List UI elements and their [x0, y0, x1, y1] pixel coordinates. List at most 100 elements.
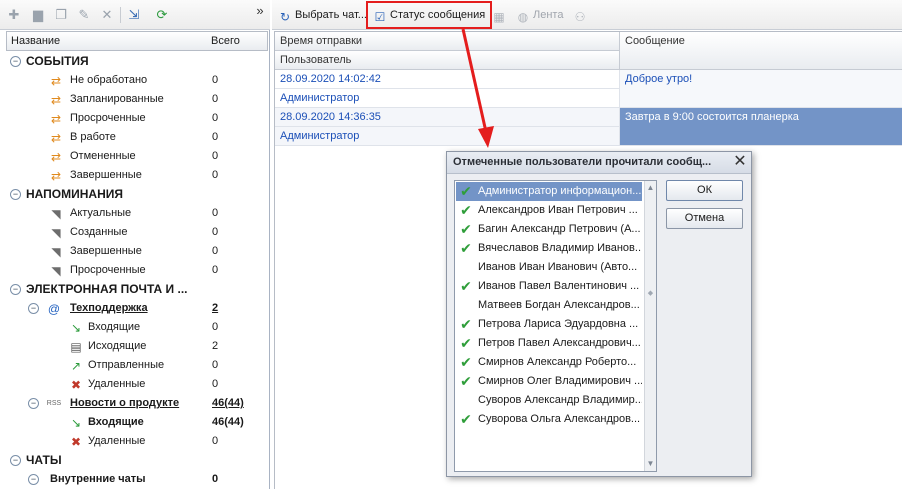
unchecked-icon: [458, 259, 474, 275]
new-icon[interactable]: ✚: [6, 7, 22, 23]
mail-folder-count: 0: [212, 321, 219, 333]
checkmark-icon: ✔: [460, 221, 472, 237]
users-list-scrollbar[interactable]: ▲ ◆ ▼: [644, 181, 656, 471]
toolbar-more-button[interactable]: »: [252, 3, 268, 19]
feed-label: Лента: [533, 9, 564, 21]
tree-item-label: Не обработано: [70, 74, 148, 86]
row-1-user[interactable]: Администратор: [275, 89, 620, 108]
folder-icon[interactable]: ▆: [30, 7, 46, 23]
collapse-icon[interactable]: −: [28, 303, 39, 314]
mail-folder[interactable]: ↘ Входящие 46(44): [6, 413, 268, 432]
tree-item[interactable]: ⇄ В работе 0: [6, 128, 268, 147]
checkmark-icon: ✔: [460, 335, 472, 351]
users-button[interactable]: ⚇: [572, 6, 590, 24]
tree-item[interactable]: ⇄ Отмененные 0: [6, 147, 268, 166]
collapse-icon[interactable]: −: [28, 474, 39, 485]
user-name: Матвеев Богдан Александров...: [478, 299, 640, 311]
checkmark-icon: ✔: [460, 354, 472, 370]
mail-account[interactable]: − @ Техподдержка 2: [6, 299, 268, 318]
user-list-item[interactable]: ✔ Иванов Павел Валентинович ...: [456, 277, 642, 296]
edit-icon[interactable]: ✎: [76, 7, 92, 23]
tree-group[interactable]: − ЭЛЕКТРОННАЯ ПОЧТА И ...: [6, 280, 268, 299]
tree-item[interactable]: − Внутренние чаты 0: [6, 470, 268, 489]
mail-folder[interactable]: ↘ Входящие 0: [6, 318, 268, 337]
checkmark-icon: ✔: [460, 411, 472, 427]
column-total-header[interactable]: Всего: [211, 35, 240, 47]
user-list-item[interactable]: ✔ Смирнов Олег Владимирович ...: [456, 372, 642, 391]
collapse-icon[interactable]: −: [28, 398, 39, 409]
tree-item-label: В работе: [70, 131, 116, 143]
tree-group[interactable]: − НАПОМИНАНИЯ: [6, 185, 268, 204]
user-list-item[interactable]: ✔ Петров Павел Александрович...: [456, 334, 642, 353]
user-list-item[interactable]: Иванов Иван Иванович (Авто...: [456, 258, 642, 277]
feed-icon: ◍: [517, 10, 529, 24]
tree-item[interactable]: ⇄ Завершенные 0: [6, 166, 268, 185]
tree-item[interactable]: ◥ Актуальные 0: [6, 204, 268, 223]
tree-item[interactable]: ◥ Завершенные 0: [6, 242, 268, 261]
tree-item-label: Завершенные: [70, 245, 142, 257]
events-icon: ⇄: [50, 112, 62, 126]
refresh-icon[interactable]: ⟳: [154, 7, 170, 23]
column-time-header[interactable]: Время отправки: [275, 32, 620, 51]
mail-folder[interactable]: ↗ Отправленные 0: [6, 356, 268, 375]
dialog-title-bar[interactable]: Отмеченные пользователи прочитали сообщ.…: [447, 152, 751, 174]
mail-folder[interactable]: ✖ Удаленные 0: [6, 432, 268, 451]
user-list-item[interactable]: ✔ Смирнов Александр Роберто...: [456, 353, 642, 372]
user-name: Суворова Ольга Александров...: [478, 413, 641, 425]
cancel-button[interactable]: Отмена: [666, 208, 743, 229]
user-list-item[interactable]: Матвеев Богдан Александров...: [456, 296, 642, 315]
tree-group-label: НАПОМИНАНИЯ: [26, 187, 124, 201]
column-name-header[interactable]: Название: [11, 35, 60, 47]
ok-button[interactable]: ОК: [666, 180, 743, 201]
row-2-user[interactable]: Администратор: [275, 127, 620, 146]
move-icon[interactable]: ⇲: [126, 7, 142, 23]
collapse-icon[interactable]: −: [10, 189, 21, 200]
scroll-down-icon[interactable]: ▼: [645, 457, 656, 471]
row-2-time[interactable]: 28.09.2020 14:36:35: [275, 108, 620, 127]
mail-account-label: Новости о продукте: [70, 397, 180, 409]
mail-folder[interactable]: ✖ Удаленные 0: [6, 375, 268, 394]
mail-account-count: 46(44): [212, 397, 244, 409]
copy-icon[interactable]: ❐: [53, 7, 69, 23]
user-list-item[interactable]: ✔ Петрова Лариса Эдуардовна ...: [456, 315, 642, 334]
mail-account[interactable]: − RSS Новости о продукте 46(44): [6, 394, 268, 413]
row-2-message[interactable]: Завтра в 9:00 состоится планерка: [620, 108, 902, 146]
events-icon: ⇄: [50, 169, 62, 183]
tree-item-count: 0: [212, 264, 219, 276]
delete-icon[interactable]: ✕: [99, 7, 115, 23]
tree-item-label: Завершенные: [70, 169, 142, 181]
tree-item[interactable]: ⇄ Просроченные 0: [6, 109, 268, 128]
mail-folder-label: Удаленные: [88, 378, 146, 390]
tree-item[interactable]: ⇄ Запланированные 0: [6, 90, 268, 109]
tree-item[interactable]: ⇄ Не обработано 0: [6, 71, 268, 90]
tree-item-count: 0: [212, 473, 219, 485]
users-list[interactable]: ✔ Администратор информацион... ✔ Александро…: [454, 180, 657, 472]
scroll-track[interactable]: [645, 195, 656, 457]
choose-chat-button[interactable]: ↻ Выбрать чат...: [277, 6, 367, 24]
user-list-item[interactable]: ✔ Суворова Ольга Александров...: [456, 410, 642, 429]
tree-item-count: 0: [212, 93, 219, 105]
mail-folder-label: Отправленные: [88, 359, 165, 371]
user-list-item[interactable]: ✔ Администратор информацион...: [456, 182, 642, 201]
row-1-message[interactable]: Доброе утро!: [620, 70, 902, 108]
user-list-item[interactable]: ✔ Вячеславов Владимир Иванов...: [456, 239, 642, 258]
column-user-header[interactable]: Пользователь: [275, 51, 620, 70]
tree-group[interactable]: − СОБЫТИЯ: [6, 52, 268, 71]
tree-item[interactable]: ◥ Созданные 0: [6, 223, 268, 242]
feed-button[interactable]: ◍ Лента: [515, 6, 564, 24]
collapse-icon[interactable]: −: [10, 56, 21, 67]
scroll-up-icon[interactable]: ▲: [645, 181, 656, 195]
row-1-time[interactable]: 28.09.2020 14:02:42: [275, 70, 620, 89]
close-icon[interactable]: ✕: [732, 153, 748, 171]
archive-button[interactable]: ▦: [491, 6, 509, 24]
collapse-icon[interactable]: −: [10, 284, 21, 295]
tree-group[interactable]: − ЧАТЫ: [6, 451, 268, 470]
user-list-item[interactable]: Суворов Александр Владимир...: [456, 391, 642, 410]
user-list-item[interactable]: ✔ Багин Александр Петрович (А...: [456, 220, 642, 239]
tree-item[interactable]: ◥ Просроченные 0: [6, 261, 268, 280]
column-message-header[interactable]: Сообщение: [620, 32, 902, 70]
user-list-item[interactable]: ✔ Александров Иван Петрович ...: [456, 201, 642, 220]
mail-folder[interactable]: ▤ Исходящие 2: [6, 337, 268, 356]
collapse-icon[interactable]: −: [10, 455, 21, 466]
checkmark-icon: ✔: [460, 373, 472, 389]
